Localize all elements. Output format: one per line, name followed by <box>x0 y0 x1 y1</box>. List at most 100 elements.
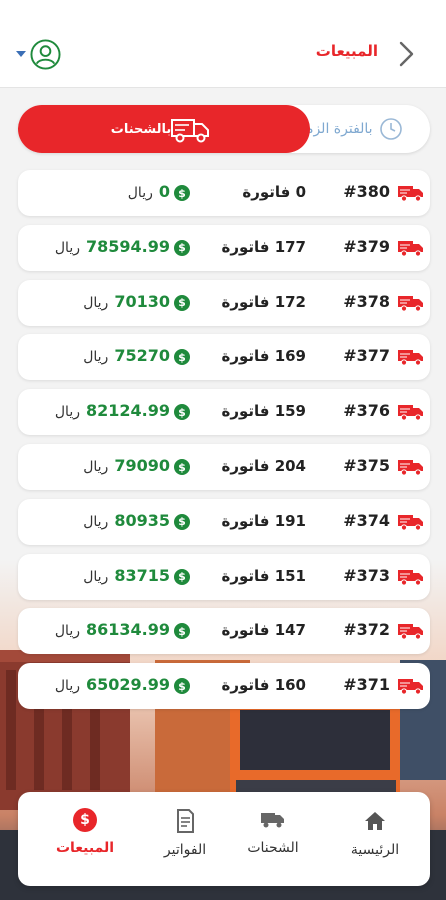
truck-icon <box>398 514 423 531</box>
chevron-right-icon[interactable] <box>396 40 418 68</box>
shipment-number: #373 <box>343 565 390 585</box>
amount-value: 78594.99 <box>85 236 170 256</box>
invoice-count: 191 فاتورة <box>221 512 306 530</box>
sales-amount: ريال 70130 <box>18 292 170 311</box>
sales-amount: ريال 65029.99 <box>18 675 170 694</box>
amount-value: 80935 <box>114 510 170 530</box>
invoice-count: 159 فاتورة <box>221 402 306 420</box>
invoice-count: 172 فاتورة <box>221 293 306 311</box>
nav-invoices[interactable]: الفواتير <box>140 808 230 868</box>
nav-home[interactable]: الرئيسية <box>330 808 420 868</box>
currency-label: ريال <box>83 349 109 366</box>
invoice-count-value: 169 <box>274 347 306 366</box>
sales-amount: ريال 0 <box>18 182 170 201</box>
sales-amount: ريال 83715 <box>18 566 170 585</box>
truck-icon <box>398 679 423 695</box>
shipment-number: #372 <box>343 620 390 640</box>
nav-home-label: الرئيسية <box>350 842 400 858</box>
truck-icon <box>398 240 423 257</box>
shipment-row[interactable]: #373 151 فاتورة $ ريال 83715 <box>18 553 430 600</box>
dollar-icon: $ <box>174 513 190 530</box>
invoice-unit: فاتورة <box>221 566 270 585</box>
dollar-icon: $ <box>174 349 190 366</box>
invoice-count-value: 177 <box>274 237 306 256</box>
amount-value: 79090 <box>114 456 170 475</box>
invoice-unit: فاتورة <box>221 292 270 311</box>
currency-label: ريال <box>83 459 109 475</box>
dollar-icon: $ <box>174 678 190 695</box>
shipment-number: #377 <box>343 346 390 366</box>
shipment-number: #380 <box>343 182 390 201</box>
currency-label: ريال <box>54 239 80 256</box>
invoice-count-value: 0 <box>295 183 306 201</box>
tab-by-shipments-label: بالشحنات <box>110 121 172 137</box>
shipment-row[interactable]: #378 172 فاتورة $ ريال 70130 <box>18 279 430 326</box>
invoice-unit: فاتورة <box>221 457 270 475</box>
sales-amount: ريال 79090 <box>18 456 170 475</box>
dollar-icon: $ <box>174 459 190 475</box>
amount-value: 82124.99 <box>85 401 170 421</box>
amount-value: 86134.99 <box>85 620 170 640</box>
invoice-unit: فاتورة <box>221 621 270 640</box>
sales-amount: ريال 75270 <box>18 346 170 365</box>
tab-by-period[interactable]: بالفترة الزمنية <box>290 105 430 153</box>
account-menu[interactable] <box>16 38 61 70</box>
truck-icon <box>398 624 423 640</box>
invoice-count: 160 فاتورة <box>221 676 306 694</box>
user-circle-icon <box>30 38 61 70</box>
amount-value: 83715 <box>114 565 170 585</box>
shipment-row[interactable]: #377 169 فاتورة $ ريال 75270 <box>18 334 430 381</box>
amount-value: 70130 <box>114 291 170 311</box>
invoice-count-value: 172 <box>274 292 306 311</box>
invoice-count: 151 فاتورة <box>221 567 306 585</box>
shipment-row[interactable]: #372 147 فاتورة $ ريال 86134.99 <box>18 608 430 655</box>
nav-shipments[interactable]: الشحنات <box>228 806 318 866</box>
tab-by-shipments[interactable]: بالشحنات <box>18 105 310 153</box>
dollar-icon: $ <box>174 294 190 311</box>
invoice-count: 169 فاتورة <box>221 347 306 365</box>
shipment-number: #379 <box>343 236 390 256</box>
invoice-count-value: 147 <box>274 621 306 640</box>
shipment-number: #374 <box>343 510 390 530</box>
shipment-row[interactable]: #379 177 فاتورة $ ريال 78594.99 <box>18 224 430 271</box>
invoice-count-value: 191 <box>274 511 306 530</box>
invoice-count-value: 160 <box>274 676 306 695</box>
truck-icon <box>398 350 423 366</box>
shipment-row[interactable]: #376 159 فاتورة $ ريال 82124.99 <box>18 389 430 436</box>
currency-label: ريال <box>83 513 109 530</box>
document-icon <box>177 809 194 833</box>
amount-value: 65029.99 <box>85 675 170 695</box>
truck-icon <box>398 460 423 476</box>
invoice-count: 0 فاتورة <box>242 183 306 201</box>
clock-icon <box>379 118 402 140</box>
truck-icon <box>398 569 423 586</box>
dollar-icon: $ <box>174 185 190 201</box>
invoice-unit: فاتورة <box>221 237 270 256</box>
sales-amount: ريال 82124.99 <box>18 401 170 420</box>
invoice-unit: فاتورة <box>221 347 270 366</box>
shipment-row[interactable]: #375 204 فاتورة $ ريال 79090 <box>18 444 430 490</box>
dollar-icon: $ <box>174 568 190 585</box>
page-title: المبيعات <box>315 42 378 60</box>
shipment-row[interactable]: #380 0 فاتورة $ ريال 0 <box>18 170 430 216</box>
invoice-count-value: 204 <box>274 457 306 475</box>
currency-label: ريال <box>54 623 80 640</box>
amount-value: 0 <box>158 182 170 201</box>
shipment-number: #378 <box>343 291 390 311</box>
caret-down-icon <box>16 51 26 57</box>
dollar-icon: $ <box>73 808 97 832</box>
nav-sales[interactable]: $ المبيعات <box>40 808 130 868</box>
dollar-icon: $ <box>174 239 190 256</box>
shipment-row[interactable]: #374 191 فاتورة $ ريال 80935 <box>18 498 430 545</box>
sales-amount: ريال 80935 <box>18 511 170 530</box>
invoice-count: 177 فاتورة <box>221 238 306 256</box>
dollar-icon: $ <box>174 404 190 421</box>
shipment-row[interactable]: #371 160 فاتورة $ ريال 65029.99 <box>18 663 430 710</box>
dollar-icon: $ <box>174 623 190 640</box>
sales-amount: ريال 78594.99 <box>18 237 170 256</box>
truck-icon <box>261 813 284 828</box>
shipment-number: #371 <box>343 675 390 695</box>
app-header: المبيعات <box>0 0 446 88</box>
invoice-count: 204 فاتورة <box>221 457 306 475</box>
amount-value: 75270 <box>114 346 170 366</box>
